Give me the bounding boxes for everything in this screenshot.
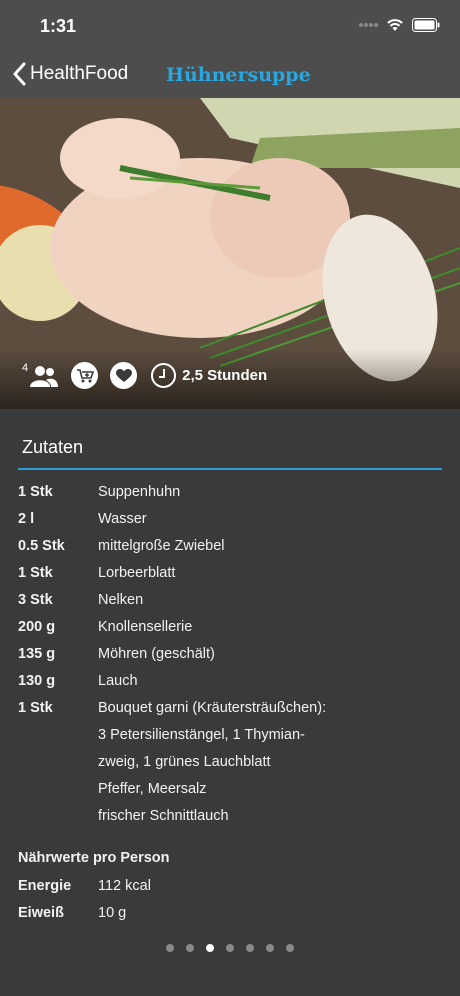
back-button-label: HealthFood <box>30 63 129 84</box>
page-dot[interactable] <box>266 944 274 952</box>
page-dot[interactable] <box>206 944 214 952</box>
ingredient-name: Lorbeerblatt <box>98 565 176 581</box>
nutrition-value: 112 kcal <box>98 878 151 894</box>
ingredient-name: Möhren (geschält) <box>98 646 215 662</box>
wifi-icon <box>387 19 403 31</box>
recipe-info-row: 4 2,5 Stunden <box>22 362 267 389</box>
page-dot[interactable] <box>226 944 234 952</box>
ingredient-quantity: 130 g <box>18 673 56 689</box>
nutrition-label: Energie <box>18 878 72 894</box>
nutrition-title: Nährwerte pro Person <box>18 850 170 866</box>
ingredient-note-text: 3 Petersilienstängel, 1 Thymian- <box>98 727 305 743</box>
page-title: Hühnersuppe <box>166 64 311 86</box>
ingredient-note-text: zweig, 1 grünes Lauchblatt <box>98 754 271 770</box>
ingredient-quantity: 2 l <box>18 511 35 527</box>
page-dot[interactable] <box>166 944 174 952</box>
status-time: 1:31 <box>40 16 77 36</box>
page-indicator[interactable] <box>0 944 460 952</box>
battery-icon <box>412 18 440 32</box>
ingredient-quantity: 1 Stk <box>18 565 53 581</box>
status-icons <box>358 18 440 32</box>
ingredient-name: Bouquet garni (Kräutersträußchen): <box>98 700 327 716</box>
ingredients-title: Zutaten <box>22 437 84 457</box>
ingredient-quantity: 3 Stk <box>18 592 53 608</box>
page-dot[interactable] <box>246 944 254 952</box>
ingredient-quantity: 135 g <box>18 646 56 662</box>
ingredient-name: Lauch <box>98 673 138 689</box>
ingredient-name: Knollensellerie <box>98 619 193 635</box>
ingredient-name: Suppenhuhn <box>98 484 181 500</box>
favorite-button[interactable] <box>110 362 138 389</box>
status-bar: 1:31 <box>0 0 460 54</box>
cellular-signal-icon <box>359 23 378 27</box>
cart-plus-icon <box>76 368 94 382</box>
page-indicator-bar <box>0 926 460 996</box>
ingredient-note-text: frischer Schnittlauch <box>98 808 229 824</box>
ingredient-name: mittelgroße Zwiebel <box>98 538 225 554</box>
navigation-bar: HealthFood Hühnersuppe <box>0 54 460 98</box>
add-to-cart-button[interactable] <box>71 362 99 389</box>
ingredient-name: Nelken <box>98 592 144 608</box>
section-divider <box>18 468 442 470</box>
clock-icon <box>151 363 177 388</box>
servings: 4 <box>22 361 59 388</box>
cooking-duration: 2,5 Stunden <box>182 367 268 384</box>
nutrition-label: Eiweiß <box>18 905 64 921</box>
chevron-left-icon <box>13 62 26 86</box>
back-button[interactable]: HealthFood <box>12 62 128 86</box>
page-dot[interactable] <box>186 944 194 952</box>
page-dot[interactable] <box>286 944 294 952</box>
ingredient-quantity: 1 Stk <box>18 484 53 500</box>
ingredient-note-text: Pfeffer, Meersalz <box>98 781 207 797</box>
ingredient-quantity: 200 g <box>18 619 56 635</box>
ingredient-quantity: 0.5 Stk <box>18 538 65 554</box>
people-icon <box>30 365 59 387</box>
servings-count: 4 <box>22 361 29 374</box>
recipe-hero-image: 4 2,5 Stunden <box>0 98 460 409</box>
heart-icon <box>115 368 132 382</box>
nutrition-value: 10 g <box>98 905 127 921</box>
ingredient-name: Wasser <box>98 511 147 527</box>
ingredient-quantity: 1 Stk <box>18 700 53 716</box>
